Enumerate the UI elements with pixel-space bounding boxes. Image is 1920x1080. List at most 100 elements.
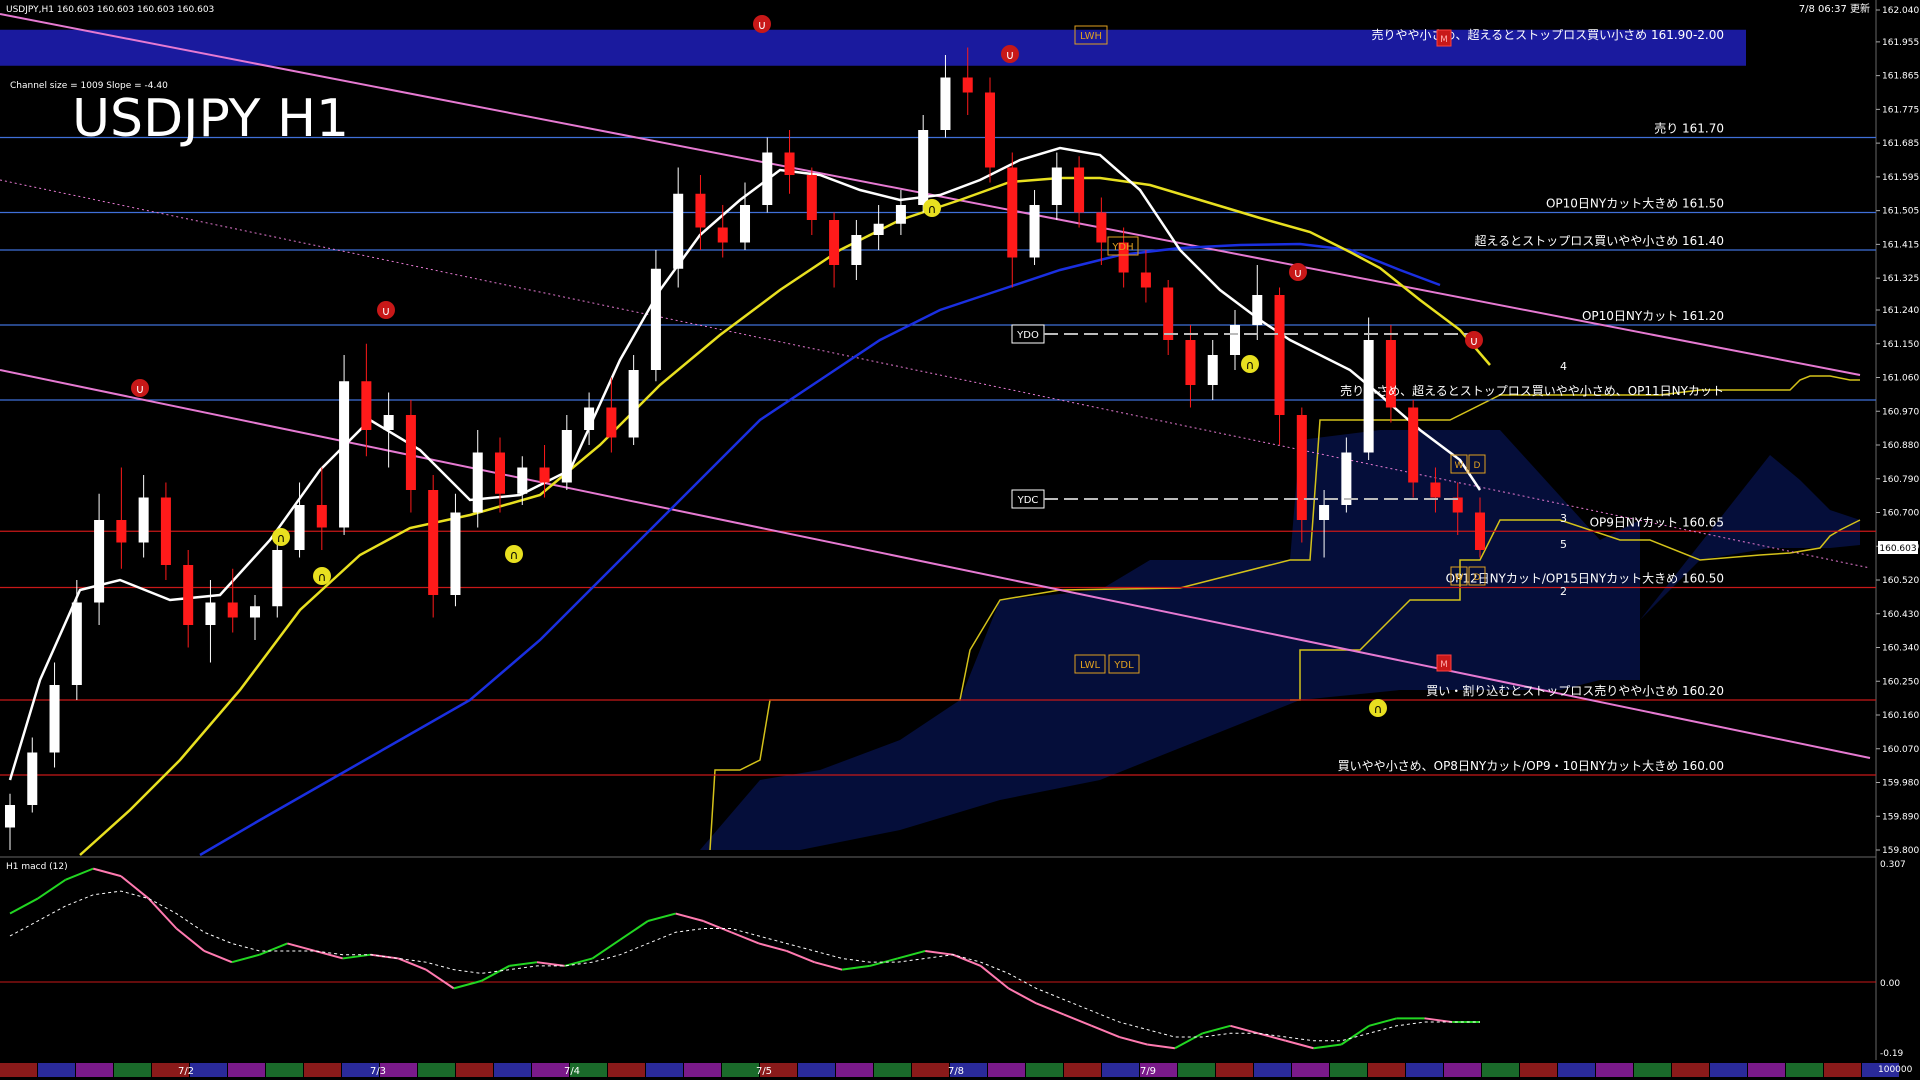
price-tick-label: 160.340 [1882,644,1919,654]
level-label: 売り小さめ、超えるとストップロス買いやや小さめ、OP11日NYカット [1340,383,1724,398]
time-segment [608,1063,645,1077]
svg-text:∪: ∪ [1006,48,1015,62]
price-tick-label: 161.685 [1882,139,1919,149]
svg-text:∩: ∩ [277,531,286,545]
time-label: 7/9 [1140,1066,1156,1077]
time-segment [1672,1063,1709,1077]
time-segment [456,1063,493,1077]
price-tick-label: 160.250 [1882,677,1919,687]
time-segment [1710,1063,1747,1077]
chart-big-title: USDJPY H1 [72,89,349,149]
price-tick-label: 161.955 [1882,38,1919,48]
wave-label-2: 2 [1560,585,1567,598]
time-segment [1558,1063,1595,1077]
time-segment [1064,1063,1101,1077]
svg-text:W: W [1455,461,1464,471]
candle-body [1007,167,1018,258]
time-segment [722,1063,759,1077]
time-segment [1368,1063,1405,1077]
candle-body [695,193,706,228]
time-segment [1748,1063,1785,1077]
time-segment [1026,1063,1063,1077]
candle-body [4,805,16,828]
level-label: 超えるとストップロス買いやや小さめ 161.40 [1475,233,1724,248]
price-tick-label: 160.520 [1882,576,1919,586]
time-segment [1596,1063,1633,1077]
candle-body [405,415,416,490]
current-price-label: 160.603 [1879,544,1916,554]
price-tick-label: 159.980 [1882,779,1919,789]
candle-body [1051,167,1062,205]
time-segment [418,1063,455,1077]
time-segment [1216,1063,1253,1077]
macd-axis-zero: 0.00 [1880,979,1900,989]
svg-text:D: D [1474,573,1481,583]
macd-title: H1 macd (12) [6,862,68,872]
candle-body [762,152,773,205]
time-segment [1824,1063,1861,1077]
svg-text:∩: ∩ [1246,358,1255,372]
price-tick-label: 160.790 [1882,475,1919,485]
candle-body [27,752,38,805]
price-tick-label: 161.150 [1882,340,1919,350]
time-axis-right-label: 100000 [1878,1065,1913,1075]
time-label: 7/4 [564,1066,580,1077]
price-tick-label: 161.060 [1882,374,1919,384]
time-segment [1482,1063,1519,1077]
candle-body [1274,295,1285,415]
wave-label-3: 3 [1560,512,1567,525]
level-label: 売りやや小さめ、超えるとストップロス買い小さめ 161.90-2.00 [1372,27,1725,42]
candle-body [361,381,372,430]
marker-m-top: M [1436,29,1452,47]
candle-body [806,175,817,220]
candle-body [316,505,327,528]
time-segment [1292,1063,1329,1077]
trading-chart: 売りやや小さめ、超えるとストップロス買い小さめ 161.90-2.00 売り 16… [0,0,1919,1077]
candle-body [339,381,350,528]
candle-body [851,235,862,265]
svg-text:YDL: YDL [1113,660,1134,671]
time-segment [494,1063,531,1077]
candle-body [1341,452,1352,505]
time-segment [912,1063,949,1077]
svg-text:LWH: LWH [1080,31,1102,42]
time-segment [1406,1063,1443,1077]
candle-body [227,602,238,618]
price-tick-label: 161.240 [1882,306,1919,316]
price-tick-label: 160.700 [1882,509,1919,519]
time-segment [1254,1063,1291,1077]
time-segment [1102,1063,1139,1077]
svg-text:∩: ∩ [318,570,327,584]
candle-body [383,415,394,430]
candle-body [1029,205,1040,258]
candle-body [428,490,439,595]
candle-body [918,130,929,205]
candle-body [739,205,751,243]
time-segment [988,1063,1025,1077]
candle-body [962,77,973,93]
time-segment [38,1063,75,1077]
time-segment [1634,1063,1671,1077]
time-segment [114,1063,151,1077]
price-tick-label: 161.505 [1882,207,1919,217]
level-label: 買い・割り込むとストップロス売りやや小さめ 160.20 [1426,683,1724,698]
candle-body [650,268,661,370]
time-segment [1178,1063,1215,1077]
symbol-info-line: USDJPY,H1 160.603 160.603 160.603 160.60… [6,5,214,15]
candle-body [895,205,906,224]
time-segment [0,1063,37,1077]
svg-text:∩: ∩ [1374,702,1383,716]
candle-body [517,467,528,494]
time-segment [1520,1063,1557,1077]
marker-ydc: YDC [1011,489,1045,509]
candle-body [116,520,127,543]
candle-body [472,452,483,513]
candle-body [1296,415,1307,520]
candle-body [294,505,305,550]
candle-body [49,685,60,753]
candle-body [873,223,884,235]
candle-body [249,606,261,618]
macd-axis-bottom: -0.19 [1880,1049,1904,1059]
time-segment [798,1063,835,1077]
level-label: OP9日NYカット 160.65 [1590,515,1724,529]
